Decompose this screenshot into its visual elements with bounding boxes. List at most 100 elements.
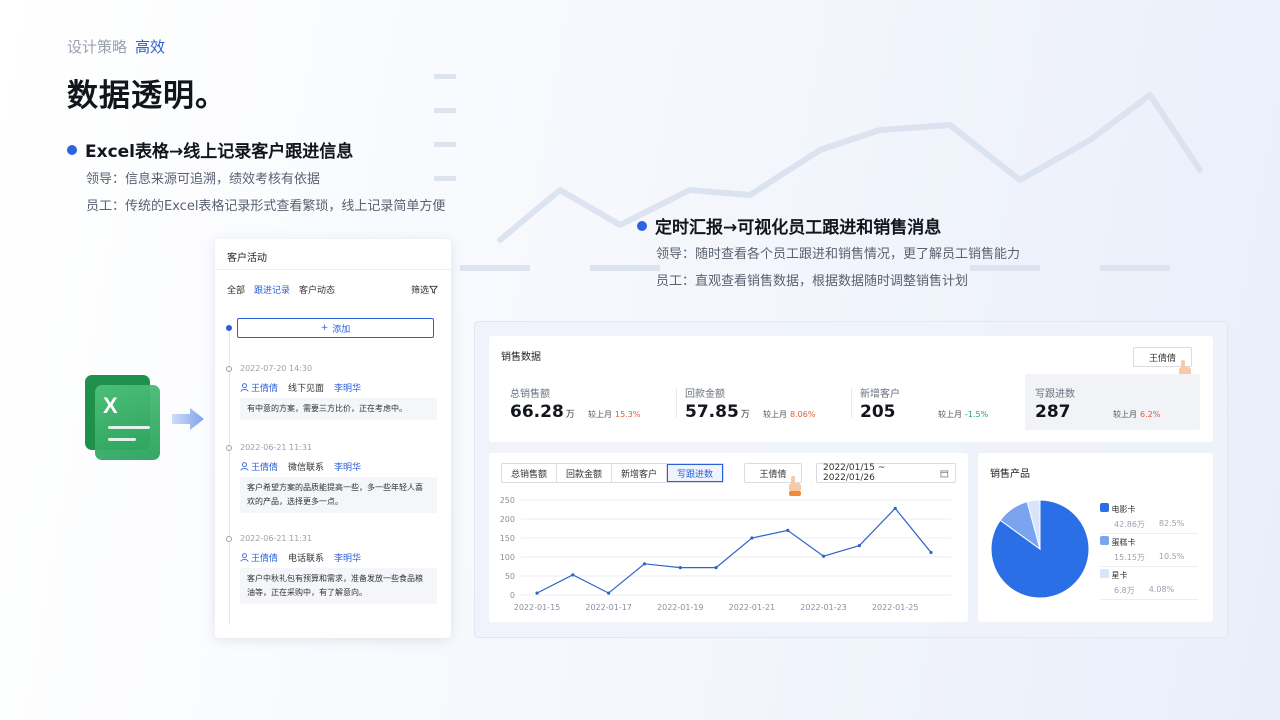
point1-line: 员工：传统的Excel表格记录形式查看繁琐，线上记录简单方便	[86, 199, 446, 214]
data-point[interactable]	[929, 550, 933, 555]
entry-owner[interactable]: 王倩倩	[240, 381, 278, 394]
series-line	[536, 507, 932, 594]
divider	[1100, 533, 1198, 534]
data-point[interactable]	[678, 566, 682, 570]
entry-type: 电话联系	[288, 554, 325, 564]
timeline-dot	[226, 366, 232, 372]
data-point[interactable]	[750, 536, 754, 540]
legend-name: 电影卡	[1111, 505, 1136, 514]
arrow-right-icon	[172, 408, 204, 430]
tab-collected-amount[interactable]: 回款金额	[557, 464, 613, 482]
y-tick-label: 0	[510, 591, 515, 600]
y-tick-label: 150	[500, 534, 515, 543]
add-button[interactable]: + 添加	[237, 318, 434, 338]
data-point[interactable]	[535, 591, 539, 595]
point2-line: 员工：直观查看销售数据，根据数据随时调整销售计划	[656, 274, 969, 289]
compare-label: 较上月	[938, 410, 962, 419]
timeline-dot	[226, 445, 232, 451]
y-tick-label: 200	[500, 515, 515, 524]
point1-line: 领导：信息来源可追溯，绩效考核有依据	[86, 172, 321, 187]
filter-icon	[429, 285, 439, 294]
x-tick-label: 2022-01-19	[657, 603, 704, 612]
data-point[interactable]	[571, 573, 575, 577]
stat-value: 66.28 万	[510, 402, 575, 422]
tab-follow-up-count[interactable]: 写跟进数	[667, 464, 724, 482]
entry-meta: 王倩倩 微信联系 李明华	[240, 460, 361, 473]
activity-title: 客户活动	[227, 253, 267, 264]
entry-owner[interactable]: 王倩倩	[240, 460, 278, 473]
entry-customer[interactable]: 李明华	[334, 381, 361, 394]
entry-owner-name: 王倩倩	[251, 384, 279, 394]
entry-note: 客户希望方案的品质能提高一些，多一些年轻人喜欢的产品，选择更多一点。	[240, 477, 437, 513]
data-point[interactable]	[642, 562, 647, 566]
tab-follow-up[interactable]: 跟进记录	[254, 283, 290, 296]
entry-owner[interactable]: 王倩倩	[240, 551, 278, 564]
entry-date: 2022-07-20 14:30	[240, 364, 313, 373]
entry-date: 2022-06-21 11:31	[240, 443, 313, 452]
sales-products-panel: 销售产品 电影卡 42.86万 82.5% 蛋糕卡 15.15万 10.5% 星卡 …	[978, 453, 1213, 622]
y-tick-label: 50	[505, 572, 515, 581]
sales-title: 销售数据	[501, 352, 541, 363]
excel-x-glyph: X	[103, 393, 118, 418]
stat-number: 57.85	[685, 402, 739, 422]
legend-swatch	[1100, 503, 1109, 512]
trend-chart-panel: 总销售额 回款金额 新增客户 写跟进数 王倩倩 2022/01/15 ~ 202…	[489, 453, 968, 622]
data-point[interactable]	[893, 506, 897, 510]
data-point[interactable]	[821, 554, 826, 558]
y-tick-label: 100	[500, 553, 515, 562]
x-tick-label: 2022-01-25	[872, 603, 919, 612]
data-point[interactable]	[607, 591, 611, 595]
metric-tabs: 总销售额 回款金额 新增客户 写跟进数	[501, 463, 725, 483]
legend-item: 蛋糕卡 15.15万 10.5%	[1100, 536, 1198, 567]
legend-pct: 82.5%	[1158, 519, 1185, 528]
point2-heading-text: 定时汇报→可视化员工跟进和销售消息	[655, 218, 942, 238]
stat-change: 8.06%	[790, 410, 816, 419]
stat-label: 新增客户	[860, 389, 900, 400]
data-point[interactable]	[857, 544, 861, 548]
date-range-picker[interactable]: 2022/01/15 ~ 2022/01/26	[816, 463, 956, 483]
compare-label: 较上月	[1113, 410, 1137, 419]
legend-name: 蛋糕卡	[1111, 538, 1136, 547]
x-tick-label: 2022-01-15	[514, 603, 561, 612]
tab-all[interactable]: 全部	[227, 283, 245, 296]
stat-label: 回款金额	[685, 389, 725, 400]
filter-button[interactable]: 筛选	[411, 283, 439, 296]
tab-total-sales[interactable]: 总销售额	[502, 464, 558, 482]
user-icon	[240, 462, 249, 471]
x-tick-label: 2022-01-23	[800, 603, 847, 612]
stat-value: 57.85 万	[685, 402, 750, 422]
entry-customer[interactable]: 李明华	[334, 460, 361, 473]
data-point[interactable]	[786, 528, 790, 532]
data-point[interactable]	[714, 566, 718, 570]
stat-number: 66.28	[510, 402, 564, 422]
products-pie-chart	[990, 499, 1090, 599]
page-title: 数据透明。	[67, 78, 227, 114]
point1-heading: Excel表格→线上记录客户跟进信息	[67, 137, 353, 162]
legend-name: 星卡	[1111, 571, 1128, 580]
bullet-dot-icon	[67, 145, 77, 155]
stat-value: 205	[860, 402, 898, 422]
user-icon	[240, 383, 249, 392]
entry-note: 客户中秋礼包有预算和需求，准备发放一些食品粮油等，正在采购中，有了解意向。	[240, 568, 437, 604]
legend-pct: 10.5%	[1158, 552, 1185, 561]
date-range-text: 2022/01/15 ~ 2022/01/26	[823, 463, 886, 483]
entry-meta: 王倩倩 线下见面 李明华	[240, 381, 361, 394]
point1-heading-text: Excel表格→线上记录客户跟进信息	[85, 142, 354, 162]
excel-line-decor	[108, 438, 136, 441]
entry-customer[interactable]: 李明华	[334, 551, 361, 564]
tab-new-customers[interactable]: 新增客户	[612, 464, 668, 482]
y-tick-label: 250	[500, 496, 515, 505]
legend-swatch	[1100, 536, 1109, 545]
stat-value: 287	[1035, 402, 1073, 422]
compare-label: 较上月	[763, 410, 787, 419]
stat-unit: 万	[740, 410, 750, 420]
sales-data-panel: 销售数据 王倩倩 总销售额 66.28 万 较上月 15.3% 回款金额 57.85…	[489, 336, 1213, 442]
add-label: 添加	[332, 324, 351, 335]
filter-label: 筛选	[411, 286, 430, 296]
divider	[1100, 599, 1198, 600]
eyebrow-label: 设计策略	[67, 38, 128, 56]
entry-type: 微信联系	[288, 463, 325, 473]
tab-customer-updates[interactable]: 客户动态	[299, 283, 335, 296]
user-icon	[240, 553, 249, 562]
eyebrow-accent: 高效	[135, 38, 166, 56]
